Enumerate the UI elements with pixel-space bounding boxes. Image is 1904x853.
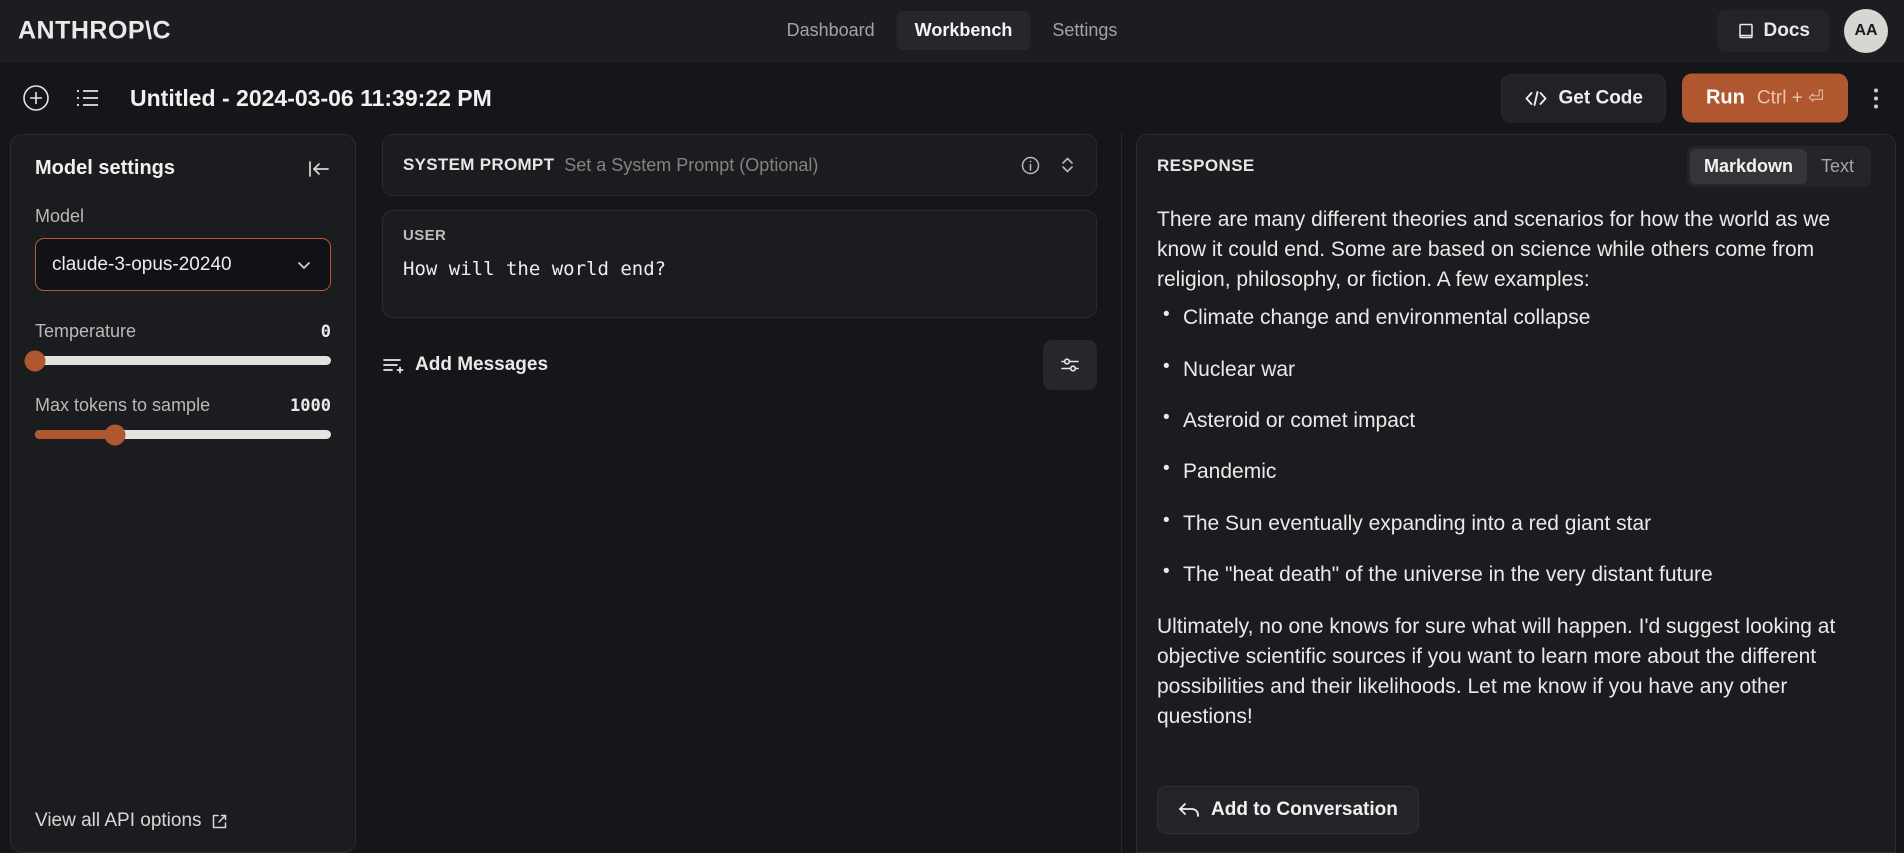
sidebar-footer: View all API options — [35, 810, 331, 832]
get-code-label: Get Code — [1558, 87, 1643, 108]
view-mode-text[interactable]: Text — [1807, 149, 1868, 184]
user-message-field[interactable]: USER How will the world end? — [382, 210, 1097, 318]
response-panel: RESPONSE Markdown Text There are many di… — [1136, 134, 1896, 853]
temperature-label: Temperature — [35, 321, 137, 341]
nav-item-dashboard[interactable]: Dashboard — [769, 11, 893, 50]
collapse-panel-icon[interactable] — [307, 159, 331, 179]
dot-icon — [1874, 104, 1878, 108]
model-select[interactable]: claude-3-opus-20240 — [35, 238, 331, 291]
more-options-button[interactable] — [1864, 80, 1888, 116]
workbench-toolbar: Untitled - 2024-03-06 11:39:22 PM Get Co… — [0, 62, 1904, 134]
response-intro-paragraph: There are many different theories and sc… — [1157, 208, 1831, 291]
docs-button[interactable]: Docs — [1716, 9, 1830, 52]
main-nav: Dashboard Workbench Settings — [769, 11, 1136, 50]
response-title: RESPONSE — [1157, 156, 1255, 175]
user-message-text[interactable]: How will the world end? — [403, 258, 1076, 280]
reply-arrow-icon — [1178, 801, 1200, 819]
max-tokens-value: 1000 — [290, 395, 331, 416]
top-navigation-bar: ANTHROP\C Dashboard Workbench Settings D… — [0, 0, 1904, 62]
header-actions: Docs AA — [1716, 8, 1888, 53]
api-options-label: View all API options — [35, 810, 202, 831]
system-prompt-actions — [1020, 153, 1076, 177]
temperature-setting: Temperature 0 — [24, 321, 331, 371]
model-settings-header: Model settings — [35, 157, 331, 180]
chevron-down-icon — [294, 255, 314, 275]
list-item: Climate change and environmental collaps… — [1157, 303, 1871, 331]
run-shortcut: Ctrl + ⏎ — [1756, 87, 1824, 109]
nav-item-settings[interactable]: Settings — [1034, 11, 1135, 50]
max-tokens-slider[interactable] — [35, 424, 331, 445]
list-item: Nuclear war — [1157, 355, 1871, 383]
temperature-value: 0 — [320, 321, 331, 342]
avatar[interactable]: AA — [1844, 8, 1888, 53]
info-icon[interactable] — [1020, 155, 1041, 176]
add-messages-button[interactable]: Add Messages — [382, 354, 548, 376]
workbench-main: Model settings Model claude-3-opus-20240… — [0, 134, 1904, 853]
system-prompt-label: SYSTEM PROMPT — [403, 155, 555, 174]
message-actions-row: Add Messages — [382, 340, 1097, 390]
system-prompt-field[interactable]: SYSTEM PROMPT Set a System Prompt (Optio… — [382, 134, 1097, 196]
add-messages-label: Add Messages — [415, 354, 549, 375]
list-item: The Sun eventually expanding into a red … — [1157, 509, 1871, 537]
model-settings-panel: Model settings Model claude-3-opus-20240… — [10, 134, 356, 853]
response-bullet-list: Climate change and environmental collaps… — [1157, 303, 1871, 588]
max-tokens-slider-fill — [35, 430, 115, 439]
max-tokens-header: Max tokens to sample 1000 — [35, 395, 331, 416]
temperature-header: Temperature 0 — [35, 321, 331, 342]
new-prompt-button[interactable] — [18, 80, 54, 116]
view-all-api-options-link[interactable]: View all API options — [35, 810, 331, 832]
max-tokens-label: Max tokens to sample — [35, 395, 211, 415]
model-select-value: claude-3-opus-20240 — [52, 253, 232, 275]
add-to-conversation-button[interactable]: Add to Conversation — [1157, 786, 1419, 834]
response-content: There are many different theories and sc… — [1157, 197, 1871, 774]
add-to-conversation-label: Add to Conversation — [1211, 799, 1398, 820]
run-button[interactable]: Run Ctrl + ⏎ — [1681, 73, 1848, 123]
dot-icon — [1874, 96, 1878, 100]
message-settings-button[interactable] — [1043, 340, 1097, 390]
temperature-slider-thumb[interactable] — [24, 350, 46, 371]
model-settings-title: Model settings — [35, 157, 176, 179]
prompt-title[interactable]: Untitled - 2024-03-06 11:39:22 PM — [130, 85, 492, 112]
external-link-icon — [211, 813, 228, 830]
response-footer: Add to Conversation — [1157, 774, 1871, 852]
response-header: RESPONSE Markdown Text — [1157, 135, 1871, 197]
list-item: The "heat death" of the universe in the … — [1157, 560, 1871, 588]
docs-label: Docs — [1763, 19, 1810, 41]
system-prompt-placeholder: Set a System Prompt (Optional) — [564, 154, 819, 175]
sliders-icon — [1059, 354, 1081, 376]
max-tokens-slider-thumb[interactable] — [104, 424, 126, 445]
list-item: Asteroid or comet impact — [1157, 406, 1871, 434]
toolbar-left-actions: Untitled - 2024-03-06 11:39:22 PM — [18, 80, 492, 116]
book-icon — [1737, 22, 1755, 40]
nav-item-workbench[interactable]: Workbench — [896, 11, 1031, 50]
prompt-list-icon[interactable] — [70, 80, 106, 116]
response-outro-paragraph: Ultimately, no one knows for sure what w… — [1157, 615, 1836, 728]
dot-icon — [1874, 88, 1878, 92]
run-label: Run — [1705, 86, 1745, 109]
toolbar-right-actions: Get Code Run Ctrl + ⏎ — [1500, 73, 1888, 123]
expand-collapse-icon[interactable] — [1059, 153, 1076, 177]
max-tokens-setting: Max tokens to sample 1000 — [35, 395, 331, 445]
user-message-label: USER — [403, 227, 447, 244]
get-code-button[interactable]: Get Code — [1500, 74, 1666, 122]
prompt-editor-column: SYSTEM PROMPT Set a System Prompt (Optio… — [370, 134, 1122, 853]
anthropic-logo: ANTHROP\C — [18, 16, 172, 44]
code-brackets-icon — [1524, 89, 1548, 107]
view-mode-markdown[interactable]: Markdown — [1689, 148, 1807, 184]
model-field-label: Model — [35, 206, 85, 226]
list-plus-icon — [382, 355, 404, 375]
response-view-toggle: Markdown Text — [1686, 145, 1871, 187]
list-item: Pandemic — [1157, 457, 1871, 485]
temperature-slider[interactable] — [24, 350, 331, 371]
